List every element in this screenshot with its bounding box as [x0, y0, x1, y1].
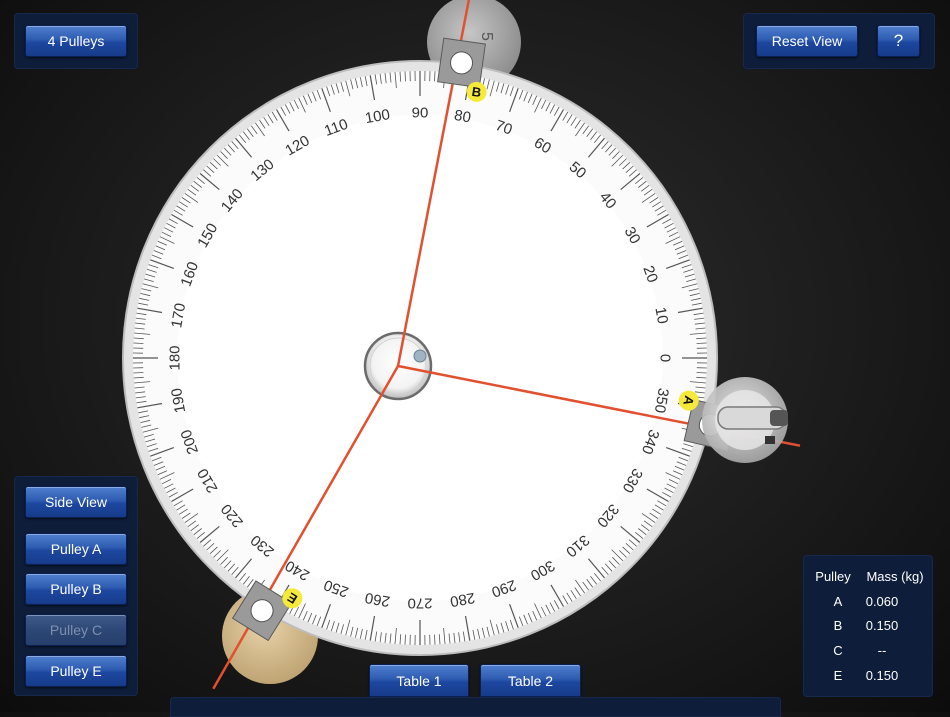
mass-table-mass-b: 0.150	[857, 618, 907, 633]
angle-label-180: 180	[167, 345, 184, 370]
angle-label-270: 270	[407, 595, 432, 612]
mass-table: Pulley Mass (kg) A 0.060 B 0.150 C -- E …	[803, 555, 933, 697]
top-left-panel: 4 Pulleys	[14, 13, 138, 69]
mass-table-header-pulley: Pulley	[811, 569, 855, 584]
top-right-panel: Reset View ?	[743, 13, 935, 69]
pulley-a-button[interactable]: Pulley A	[25, 533, 127, 565]
pulley-c-button[interactable]: Pulley C	[25, 614, 127, 646]
reset-view-button[interactable]: Reset View	[756, 25, 858, 57]
view-control-panel: Side View Pulley A Pulley B Pulley C Pul…	[14, 476, 138, 696]
tab-table-2[interactable]: Table 2	[480, 664, 581, 697]
data-drawer-handle[interactable]	[170, 697, 781, 717]
tab-table-1[interactable]: Table 1	[369, 664, 469, 697]
angle-label-80: 80	[453, 107, 472, 127]
mass-table-header-mass: Mass (kg)	[857, 569, 933, 584]
pulley-a-wheel[interactable]	[702, 377, 788, 463]
pulley-count-button[interactable]: 4 Pulleys	[25, 25, 127, 57]
svg-text:5: 5	[478, 32, 495, 41]
angle-label-0: 0	[657, 354, 674, 362]
pulley-e-button[interactable]: Pulley E	[25, 655, 127, 687]
pulley-marker-b: B	[467, 82, 487, 102]
pulley-marker-a: A	[679, 391, 699, 411]
help-button[interactable]: ?	[877, 25, 920, 57]
angle-label-90: 90	[412, 105, 429, 122]
mass-table-mass-c: --	[857, 643, 907, 658]
pulley-marker-e: E	[282, 588, 302, 608]
mass-table-mass-e: 0.150	[857, 668, 907, 683]
pulley-clamp-b[interactable]	[438, 38, 486, 87]
mass-table-mass-a: 0.060	[857, 594, 907, 609]
pulley-b-button[interactable]: Pulley B	[25, 573, 127, 605]
angle-label-10: 10	[651, 306, 671, 325]
side-view-button[interactable]: Side View	[25, 486, 127, 518]
